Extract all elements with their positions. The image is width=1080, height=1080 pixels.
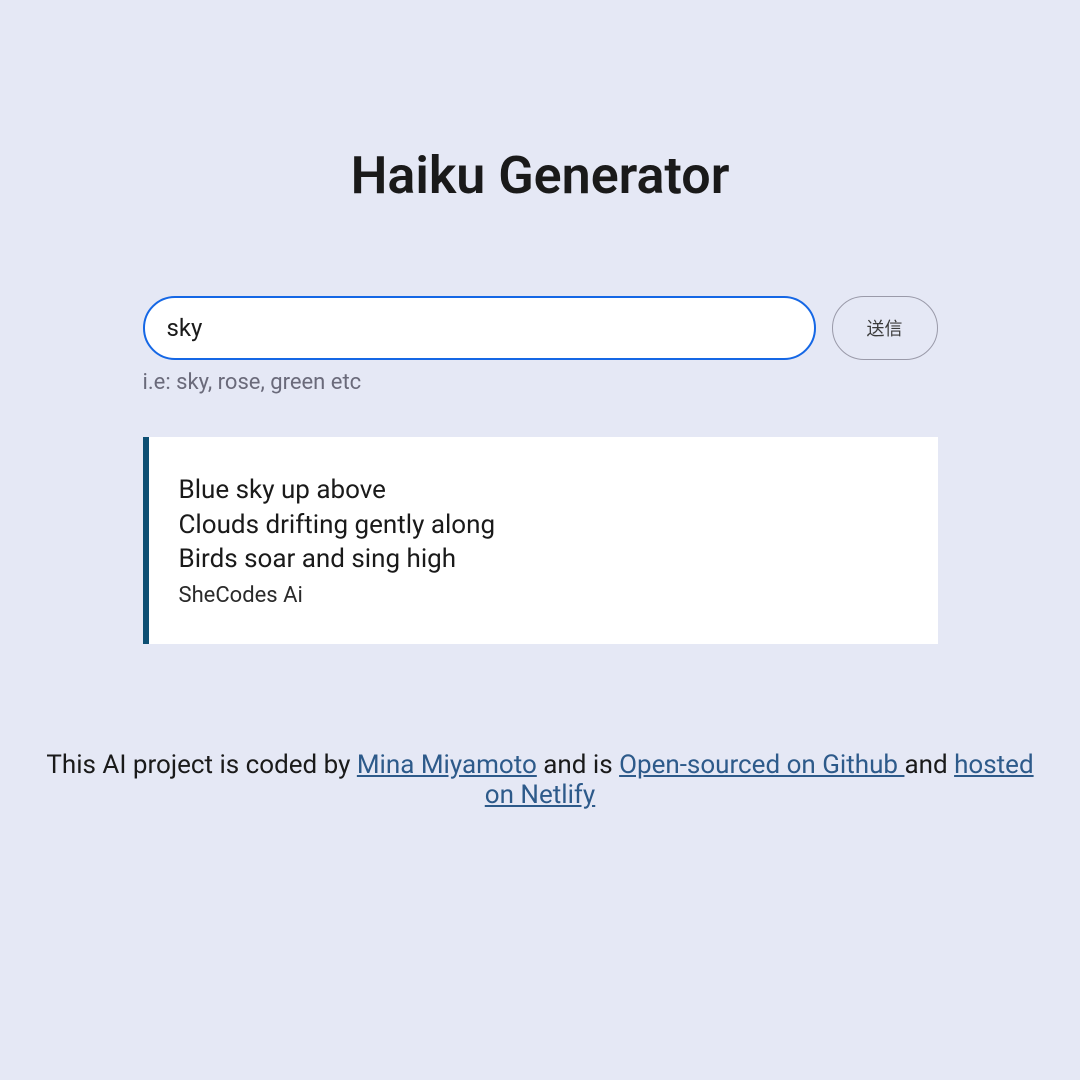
footer-credits: This AI project is coded by Mina Miyamot… [0,750,1080,810]
search-form: 送信 [143,296,938,360]
submit-button[interactable]: 送信 [832,296,938,360]
footer-text: This AI project is coded by [46,750,356,780]
footer-text: and is [537,750,619,780]
github-link[interactable]: Open-sourced on Github [619,750,904,780]
author-link[interactable]: Mina Miyamoto [357,750,537,780]
haiku-attribution: SheCodes Ai [179,583,908,608]
haiku-result-card: Blue sky up above Clouds drifting gently… [143,437,938,644]
haiku-line: Birds soar and sing high [179,544,908,575]
input-hint: i.e: sky, rose, green etc [143,370,938,395]
footer-text: and [904,750,954,780]
page-title: Haiku Generator [351,145,730,206]
haiku-line: Clouds drifting gently along [179,510,908,541]
haiku-line: Blue sky up above [179,475,908,506]
prompt-input[interactable] [143,296,816,360]
